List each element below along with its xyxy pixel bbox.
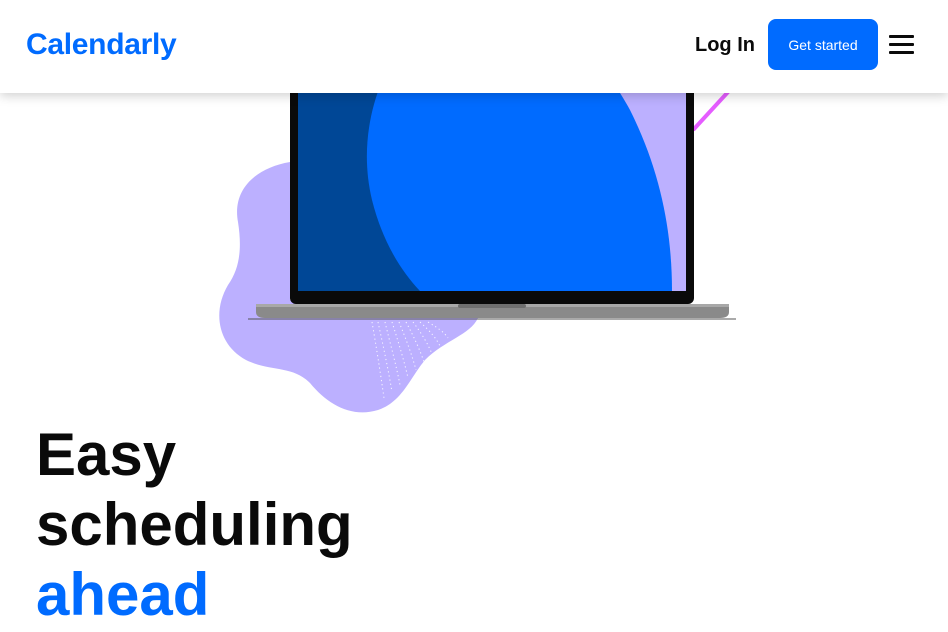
site-header: Calendarly Log In Get started — [0, 0, 948, 93]
hero-headline: Easy scheduling ahead — [36, 420, 353, 630]
landing-page: Calendarly Log In Get started Easy sched… — [0, 0, 948, 632]
calendarly-logo[interactable]: Calendarly — [26, 26, 177, 64]
magenta-line — [692, 90, 730, 131]
headline-line-2: scheduling — [36, 491, 353, 558]
headline-line-3: ahead — [36, 561, 210, 628]
laptop-screen — [298, 60, 686, 291]
hamburger-menu-icon[interactable] — [887, 32, 916, 58]
headline-line-1: Easy — [36, 421, 177, 488]
login-link[interactable]: Log In — [695, 31, 755, 59]
laptop-notch — [458, 304, 526, 308]
get-started-button[interactable]: Get started — [768, 19, 878, 70]
